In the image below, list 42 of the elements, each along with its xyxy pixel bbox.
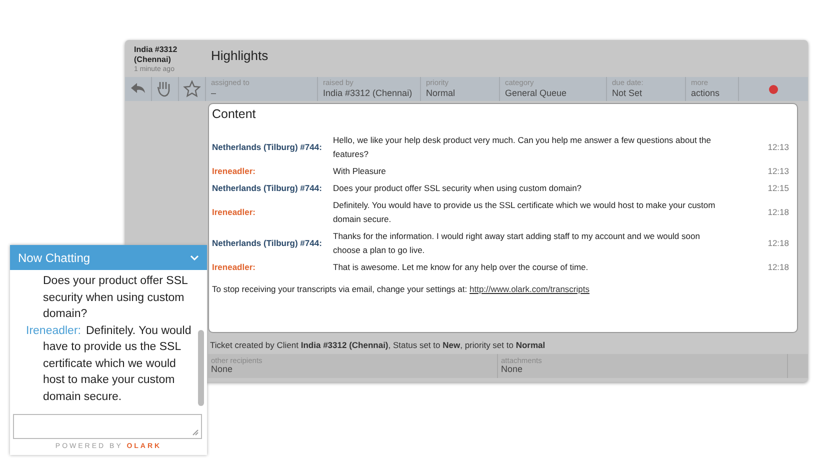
message-time: 12:18 <box>766 236 789 250</box>
field-value: India #3312 (Chennai) <box>323 88 414 98</box>
message-text: That is awesome. Let me know for any help over the course of time. <box>333 260 590 274</box>
message-time: 12:15 <box>766 182 789 195</box>
sender-name: Ireneadler: <box>212 164 256 178</box>
message-text: Thanks for the information. I would right away start adding staff to my account and we would soon choose a plan to go live. <box>333 230 701 257</box>
field-value: – <box>211 88 218 98</box>
status-dot-icon <box>769 84 778 94</box>
message-text: Does your product offer SSL security when using custom domain? <box>333 182 583 195</box>
chat-title: Now Chatting <box>18 250 90 266</box>
message-time: 12:13 <box>766 164 789 178</box>
ticket-log: Ticket created by Client India #3312 (Chennai), Status set to New, priority set to Normal <box>210 340 546 350</box>
chevron-down-icon[interactable] <box>190 255 199 262</box>
scrollbar[interactable] <box>198 330 204 406</box>
section-heading: Content <box>212 106 257 123</box>
field-value: None <box>211 364 233 374</box>
message-time: 12:13 <box>766 140 789 154</box>
requester-name: India #3312 (Chennai) <box>134 45 178 65</box>
message-input[interactable] <box>13 414 202 439</box>
message-text: Definitely. You would have to provide us the SSL certificate which we would host to make your custom domain secure. <box>333 198 716 226</box>
message-text: Hello, we like your help desk product very much. Can you help me answer a few questions about the features? <box>333 134 712 161</box>
resize-grip-icon[interactable] <box>192 429 199 436</box>
sender-name: Netherlands (Tilburg) #744: <box>212 140 323 154</box>
sender-name: Ireneadler: <box>212 260 256 274</box>
ticket-title: Highlights <box>210 47 268 65</box>
message-time: 12:18 <box>766 206 789 219</box>
sender-name: Ireneadler: <box>212 206 256 219</box>
chat-header[interactable]: Now Chatting <box>10 245 207 270</box>
footer-note: To stop receiving your transcripts via email, change your settings at: <box>212 284 468 294</box>
field-value: Normal <box>426 88 456 98</box>
field-value: actions <box>691 88 721 98</box>
transcripts-link[interactable]: http://www.olark.com/transcripts <box>470 284 590 294</box>
field-value: General Queue <box>505 88 568 98</box>
sender-name: Netherlands (Tilburg) #744: <box>212 236 323 250</box>
chat-message: Does your product offer SSL security when using custom domain? <box>42 274 188 322</box>
message-text: With Pleasure <box>333 164 387 178</box>
message-time: 12:18 <box>766 260 789 274</box>
field-value: Not Set <box>612 88 644 98</box>
sender-name: Netherlands (Tilburg) #744: <box>212 182 323 195</box>
field-value: None <box>501 364 524 374</box>
chat-message: Ireneadler: Definitely. You would have to provide us the SSL certificate which we would host to make your custom domain secure. <box>25 324 192 404</box>
star-icon[interactable] <box>183 80 201 98</box>
